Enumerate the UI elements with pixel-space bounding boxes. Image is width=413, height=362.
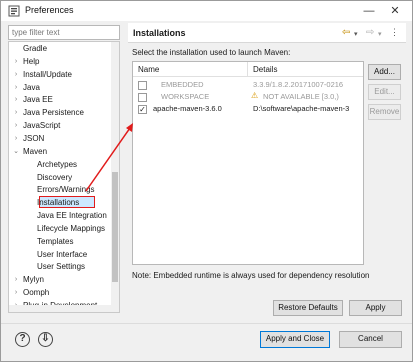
installation-name: EMBEDDED [161, 80, 204, 89]
tree-item-label: Java Persistence [23, 108, 84, 118]
remove-button[interactable]: Remove [368, 104, 401, 120]
column-header-name[interactable]: Name [133, 62, 248, 77]
tree-item-label: Lifecycle Mappings [37, 223, 106, 233]
forward-arrow-icon[interactable]: ⇨ [366, 27, 374, 38]
tree-item-gradle[interactable]: Gradle [9, 43, 113, 55]
scrollbar-thumb[interactable] [112, 172, 118, 282]
tree-item-user-settings[interactable]: User Settings [9, 261, 113, 273]
tree-item-label: JavaScript [23, 121, 61, 131]
minimize-button[interactable]: — [361, 3, 377, 19]
tree-item-label: Templates [37, 236, 74, 246]
eclipse-app-icon [8, 5, 20, 17]
apply-and-close-button[interactable]: Apply and Close [260, 331, 330, 348]
panel-description: Select the installation used to launch M… [132, 48, 291, 57]
tree-vertical-scrollbar[interactable] [111, 42, 119, 312]
tree-item-label: JSON [23, 133, 45, 143]
window-title: Preferences [25, 5, 74, 15]
tree-item-archetypes[interactable]: Archetypes [9, 159, 113, 171]
installation-name: WORKSPACE [161, 92, 210, 101]
tree-item-oomph[interactable]: › Oomph [9, 287, 113, 299]
tree-item-label: Gradle [23, 44, 48, 53]
tree-item-label: User Settings [37, 262, 86, 272]
tree-expand-icon[interactable]: › [12, 287, 20, 299]
cancel-button[interactable]: Cancel [339, 331, 402, 348]
tree-item-label: Oomph [23, 288, 50, 298]
panel-header: Installations ⇦ ▾ ⇨ ▾ ⋮ [128, 23, 406, 43]
tree-expand-icon[interactable]: › [12, 120, 20, 132]
installation-details: 3.3.9/1.8.2.20171007-0216 [253, 80, 344, 89]
installation-checkbox[interactable] [138, 81, 147, 90]
tree-item-lifecycle-mappings[interactable]: Lifecycle Mappings [9, 223, 113, 235]
tree-item-json[interactable]: › JSON [9, 133, 113, 145]
tree-item-label: Discovery [37, 172, 73, 182]
tree-item-label: Java [23, 82, 40, 92]
forward-dropdown-icon[interactable]: ▾ [378, 30, 382, 38]
tree-item-installations[interactable]: Installations [9, 197, 113, 209]
title-bar: Preferences — ✕ [1, 1, 412, 21]
tree-item-help[interactable]: › Help [9, 56, 113, 68]
tree-item-mylyn[interactable]: › Mylyn [9, 274, 113, 286]
tree-item-label: User Interface [37, 249, 88, 259]
import-export-icon[interactable]: ⇩ [38, 332, 53, 347]
filter-input[interactable]: type filter text [8, 25, 120, 40]
installation-name: apache-maven-3.6.0 [153, 104, 222, 113]
tree-expand-icon[interactable]: › [12, 94, 20, 106]
tree-item-label: Java EE Integration [37, 211, 107, 221]
tree-expand-icon[interactable]: › [12, 133, 20, 145]
back-arrow-icon[interactable]: ⇦ [342, 27, 350, 38]
tree-expand-icon[interactable]: › [12, 274, 20, 286]
restore-defaults-button[interactable]: Restore Defaults [273, 300, 343, 316]
back-dropdown-icon[interactable]: ▾ [354, 30, 358, 38]
column-header-details[interactable]: Details [248, 62, 363, 77]
close-window-button[interactable]: ✕ [387, 3, 403, 19]
tree-item-java-persistence[interactable]: › Java Persistence [9, 107, 113, 119]
warning-icon: ⚠ [251, 91, 259, 100]
tree-item-errors-warnings[interactable]: Errors/Warnings [9, 184, 113, 196]
help-icon[interactable]: ? [15, 332, 30, 347]
tree-item-label: Installations [37, 198, 80, 208]
tree-item-templates[interactable]: Templates [9, 236, 113, 248]
tree-expand-icon[interactable]: › [12, 56, 20, 68]
tree-horizontal-scrollbar[interactable] [9, 305, 113, 312]
tree-item-maven[interactable]: ⌄ Maven [9, 146, 113, 158]
preferences-window: Preferences — ✕ type filter text Gradle ›… [0, 0, 413, 362]
installation-row[interactable]: ✓ apache-maven-3.6.0 D:\software\apache-ma… [133, 103, 363, 116]
embedded-runtime-note: Note: Embedded runtime is always used fo… [132, 271, 370, 280]
tree-item-javascript[interactable]: › JavaScript [9, 120, 113, 132]
installation-details: NOT AVAILABLE [3.0,) [263, 92, 339, 101]
view-menu-icon[interactable]: ⋮ [390, 27, 399, 38]
footer-separator [1, 323, 412, 324]
tree-item-java-ee-integration[interactable]: Java EE Integration [9, 210, 113, 222]
add-button[interactable]: Add... [368, 64, 401, 80]
tree-expand-icon[interactable]: › [12, 69, 20, 81]
tree-item-label: Java EE [23, 95, 53, 105]
preference-tree[interactable]: Gradle › Help › Install/Update › Java › Java EE ›… [8, 41, 120, 313]
tree-item-java[interactable]: › Java [9, 82, 113, 94]
apply-button[interactable]: Apply [349, 300, 402, 316]
tree-expand-icon[interactable]: ⌄ [12, 146, 20, 158]
tree-item-user-interface[interactable]: User Interface [9, 249, 113, 261]
panel-title: Installations [133, 28, 186, 38]
installations-table[interactable]: Name Details EMBEDDED 3.3.9/1.8.2.2017100… [132, 61, 364, 265]
tree-item-label: Help [23, 56, 40, 66]
tree-item-label: Mylyn [23, 275, 44, 285]
tree-item-discovery[interactable]: Discovery [9, 172, 113, 184]
edit-button[interactable]: Edit... [368, 84, 401, 100]
tree-item-label: Archetypes [37, 159, 78, 169]
installation-details: D:\software\apache-maven-3 [253, 104, 350, 113]
tree-item-label: Maven [23, 146, 48, 156]
tree-item-java-ee[interactable]: › Java EE [9, 94, 113, 106]
tree-expand-icon[interactable]: › [12, 82, 20, 94]
installation-checkbox[interactable] [138, 93, 147, 102]
tree-expand-icon[interactable]: › [12, 107, 20, 119]
tree-item-install-update[interactable]: › Install/Update [9, 69, 113, 81]
installation-checkbox[interactable]: ✓ [138, 105, 147, 114]
tree-item-label: Errors/Warnings [37, 185, 95, 195]
tree-item-label: Install/Update [23, 69, 72, 79]
